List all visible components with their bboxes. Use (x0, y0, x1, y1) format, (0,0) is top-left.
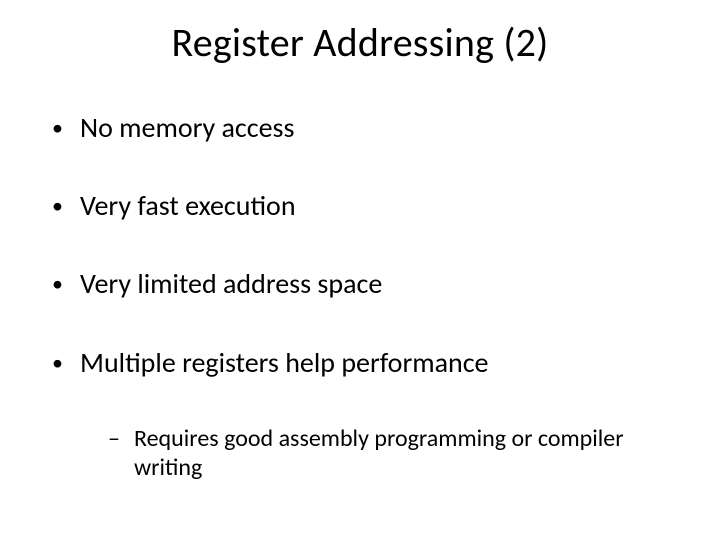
slide: Register Addressing (2) • No memory acce… (0, 0, 720, 540)
bullet-icon: • (52, 268, 80, 300)
bullet-icon: • (52, 347, 80, 379)
bullet-text: Multiple registers help performance (80, 347, 488, 379)
sub-bullet-text: Requires good assembly programming or co… (134, 425, 680, 483)
bullet-text: Very fast execution (80, 190, 296, 222)
bullet-item: • Very limited address space (52, 268, 680, 300)
bullet-icon: • (52, 112, 80, 144)
bullet-text: Very limited address space (80, 268, 382, 300)
bullet-item: • Very fast execution (52, 190, 680, 222)
bullet-icon: • (52, 190, 80, 222)
bullet-text: No memory access (80, 112, 294, 144)
sub-bullet-item: – Requires good assembly programming or … (108, 425, 680, 483)
dash-icon: – (108, 425, 134, 454)
bullet-item: • Multiple registers help performance (52, 347, 680, 379)
bullet-item: • No memory access (52, 112, 680, 144)
slide-title: Register Addressing (2) (0, 18, 720, 67)
slide-content: • No memory access • Very fast execution… (52, 112, 680, 482)
